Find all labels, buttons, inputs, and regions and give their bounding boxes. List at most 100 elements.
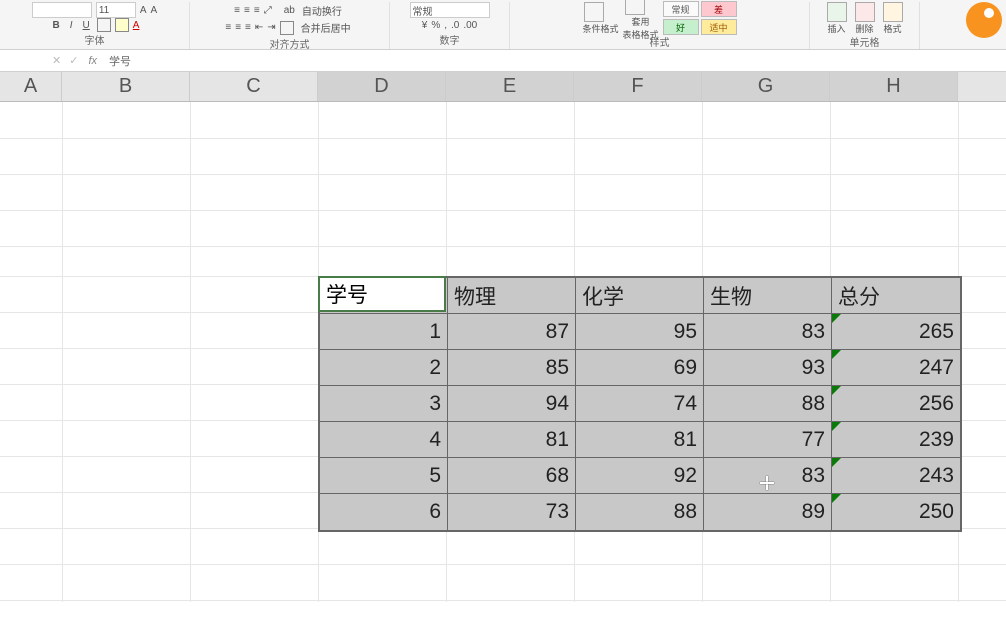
comma-icon[interactable]: , <box>444 20 447 31</box>
cell[interactable]: 85 <box>448 350 576 386</box>
col-header-D[interactable]: D <box>318 72 446 101</box>
border-icon[interactable] <box>97 18 111 32</box>
cancel-icon[interactable]: ✕ <box>48 54 65 67</box>
format-button[interactable] <box>883 2 903 22</box>
align-top-icon[interactable]: ≡ <box>234 5 240 16</box>
align-bottom-icon[interactable]: ≡ <box>254 5 260 16</box>
fx-icon[interactable]: fx <box>82 55 103 67</box>
increase-font-icon[interactable]: A <box>140 5 147 16</box>
align-middle-icon[interactable]: ≡ <box>244 5 250 16</box>
cell[interactable]: 77 <box>704 422 832 458</box>
col-header-B[interactable]: B <box>62 72 190 101</box>
spreadsheet-grid[interactable]: 学号 学号 物理 化学 生物 总分 1 87 95 83 265 2 85 69… <box>0 102 1006 602</box>
table-format-icon[interactable] <box>625 0 645 15</box>
table-row: 3 94 74 88 256 <box>320 386 960 422</box>
cell[interactable]: 87 <box>448 314 576 350</box>
table-row: 2 85 69 93 247 <box>320 350 960 386</box>
font-color-icon[interactable]: A <box>133 20 140 31</box>
header-physics[interactable]: 物理 <box>448 278 576 314</box>
conditional-format-icon[interactable] <box>584 2 604 22</box>
col-header-A[interactable]: A <box>0 72 62 101</box>
orientation-icon[interactable]: ⤢ <box>264 5 272 16</box>
header-chem[interactable]: 化学 <box>576 278 704 314</box>
cell[interactable]: 69 <box>576 350 704 386</box>
cell[interactable]: 94 <box>448 386 576 422</box>
column-headers: A B C D E F G H <box>0 72 1006 102</box>
active-cell[interactable]: 学号 <box>318 276 446 312</box>
cell[interactable]: 73 <box>448 494 576 530</box>
error-indicator-icon <box>832 458 841 467</box>
col-header-C[interactable]: C <box>190 72 318 101</box>
cell[interactable]: 83 <box>704 458 832 494</box>
cell[interactable]: 83 <box>704 314 832 350</box>
merge-center-button[interactable]: 合并后居中 <box>298 19 354 36</box>
align-right-icon[interactable]: ≡ <box>245 22 251 33</box>
fill-color-icon[interactable] <box>115 18 129 32</box>
data-table: 学号 学号 物理 化学 生物 总分 1 87 95 83 265 2 85 69… <box>318 276 962 532</box>
style-bad[interactable]: 差 <box>701 1 737 17</box>
header-bio[interactable]: 生物 <box>704 278 832 314</box>
style-neutral[interactable]: 适中 <box>701 19 737 35</box>
cell[interactable]: 81 <box>576 422 704 458</box>
align-group-label: 对齐方式 <box>270 36 310 53</box>
style-normal[interactable]: 常规 <box>663 1 699 17</box>
error-indicator-icon <box>832 386 841 395</box>
error-indicator-icon <box>832 314 841 323</box>
col-header-E[interactable]: E <box>446 72 574 101</box>
font-name-select[interactable] <box>32 2 92 18</box>
cells-group-label: 单元格 <box>850 34 880 51</box>
cell[interactable]: 243 <box>832 458 960 494</box>
cell[interactable]: 250 <box>832 494 960 530</box>
cell[interactable]: 81 <box>448 422 576 458</box>
col-header-F[interactable]: F <box>574 72 702 101</box>
font-size-select[interactable]: 11 <box>96 2 136 18</box>
cell[interactable]: 92 <box>576 458 704 494</box>
cell[interactable]: 239 <box>832 422 960 458</box>
col-header-G[interactable]: G <box>702 72 830 101</box>
font-group-label: 字体 <box>85 32 105 49</box>
align-left-icon[interactable]: ≡ <box>225 22 231 33</box>
col-header-H[interactable]: H <box>830 72 958 101</box>
cell[interactable]: 265 <box>832 314 960 350</box>
merge-icon[interactable] <box>280 21 294 35</box>
align-center-icon[interactable]: ≡ <box>235 22 241 33</box>
cell[interactable]: 95 <box>576 314 704 350</box>
app-logo-icon <box>966 2 1002 38</box>
insert-button[interactable] <box>827 2 847 22</box>
cell[interactable]: 2 <box>320 350 448 386</box>
number-format-select[interactable]: 常规 <box>410 2 490 18</box>
decrease-font-icon[interactable]: A <box>151 5 158 16</box>
increase-decimal-icon[interactable]: .0 <box>451 20 459 31</box>
underline-button[interactable]: U <box>80 19 93 32</box>
cell[interactable]: 247 <box>832 350 960 386</box>
header-total[interactable]: 总分 <box>832 278 960 314</box>
wrap-text-button[interactable]: 自动换行 <box>299 2 345 19</box>
decrease-decimal-icon[interactable]: .00 <box>463 20 477 31</box>
formula-input[interactable]: 学号 <box>103 53 1006 69</box>
error-indicator-icon <box>832 422 841 431</box>
cell[interactable]: 256 <box>832 386 960 422</box>
indent-dec-icon[interactable]: ⇤ <box>255 22 263 33</box>
cell[interactable]: 1 <box>320 314 448 350</box>
currency-icon[interactable]: ¥ <box>422 20 428 31</box>
cell[interactable]: 88 <box>576 494 704 530</box>
error-indicator-icon <box>832 494 841 503</box>
cell[interactable]: 4 <box>320 422 448 458</box>
number-group-label: 数字 <box>440 32 460 49</box>
table-row: 6 73 88 89 250 <box>320 494 960 530</box>
cell[interactable]: 5 <box>320 458 448 494</box>
indent-inc-icon[interactable]: ⇥ <box>267 22 275 33</box>
delete-button[interactable] <box>855 2 875 22</box>
cell[interactable]: 93 <box>704 350 832 386</box>
percent-icon[interactable]: % <box>431 20 440 31</box>
bold-button[interactable]: B <box>50 19 63 32</box>
cell[interactable]: 89 <box>704 494 832 530</box>
cell[interactable]: 74 <box>576 386 704 422</box>
style-good[interactable]: 好 <box>663 19 699 35</box>
cell[interactable]: 3 <box>320 386 448 422</box>
cell[interactable]: 6 <box>320 494 448 530</box>
cell[interactable]: 68 <box>448 458 576 494</box>
cell[interactable]: 88 <box>704 386 832 422</box>
italic-button[interactable]: I <box>67 19 76 32</box>
confirm-icon[interactable]: ✓ <box>65 54 82 67</box>
